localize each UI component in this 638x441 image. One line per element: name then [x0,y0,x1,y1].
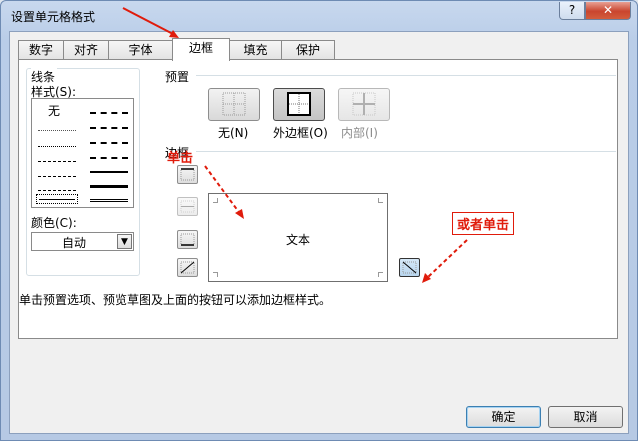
dialog-body: 数字 对齐 字体 边框 填充 保护 线条 样式(S): 无 颜色(C): 自动 … [9,31,629,434]
title-arrow-annotation [122,7,179,38]
cancel-button[interactable]: 取消 [548,406,623,428]
hint-text: 单击预置选项、预览草图及上面的按钮可以添加边框样式。 [19,293,332,307]
format-cells-window: 设置单元格格式 ? ✕ 数字 对齐 字体 边框 填充 保护 线条 样式(S): … [0,0,638,441]
tab-border[interactable]: 边框 [172,38,230,61]
ok-button[interactable]: 确定 [466,406,541,428]
